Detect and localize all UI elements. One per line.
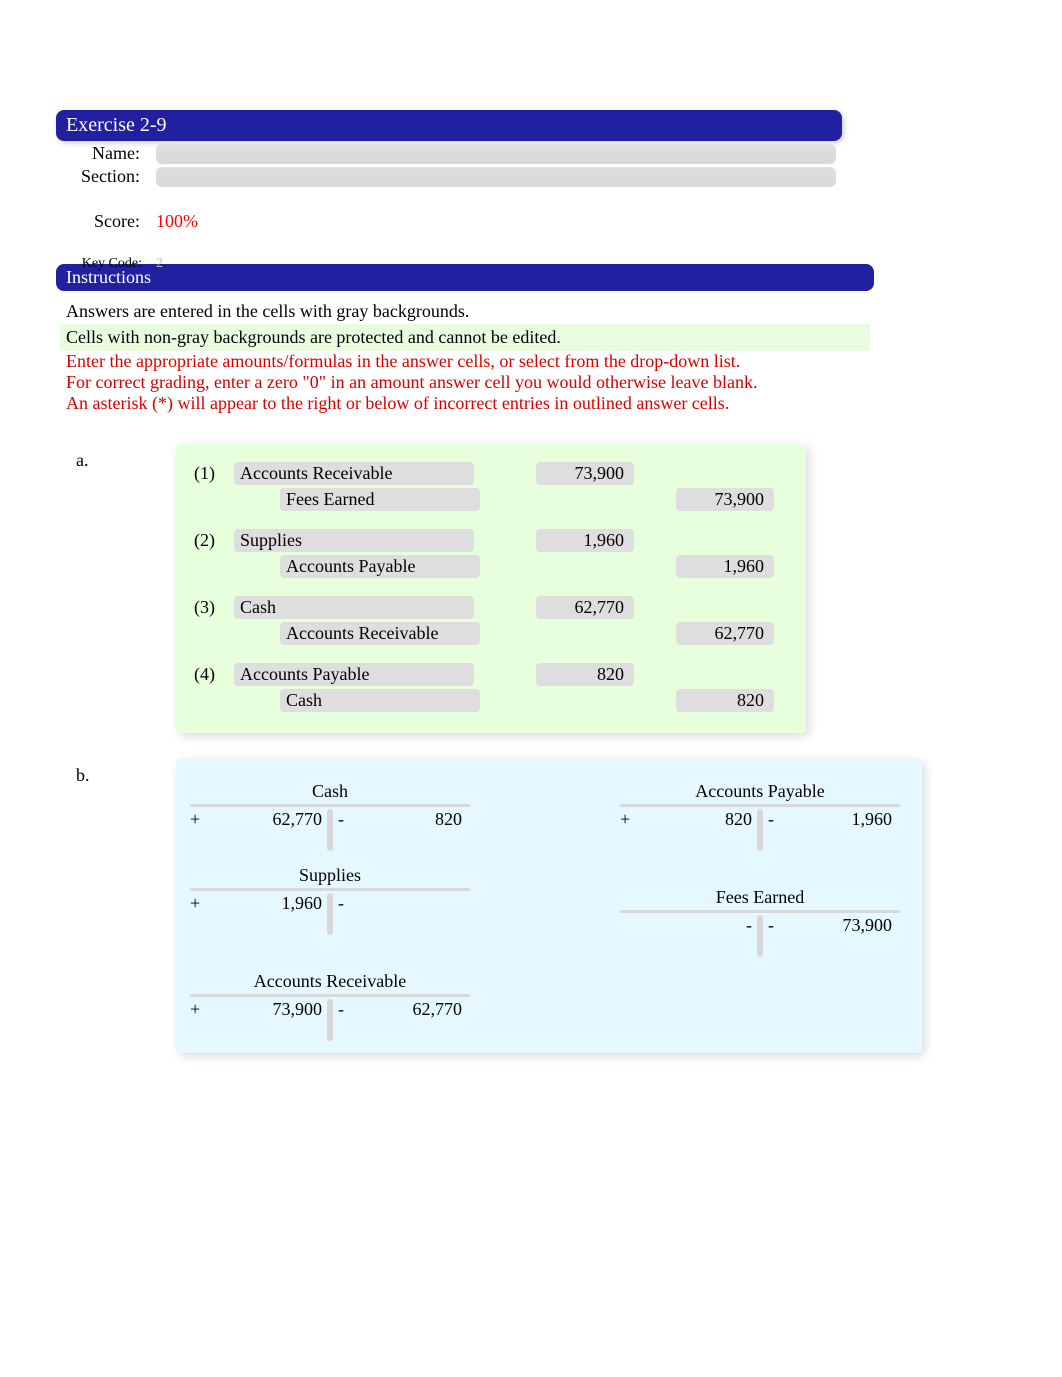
debit-amount-cell[interactable]: 820 [536, 663, 634, 686]
instruction-line: Answers are entered in the cells with gr… [60, 299, 870, 324]
taccount-credit-value[interactable]: 73,900 [776, 915, 900, 936]
entry-number: (3) [186, 597, 234, 618]
plus-sign: + [190, 809, 206, 830]
journal-entry: (1) Accounts Receivable 73,900 Fees Earn… [186, 462, 796, 511]
plus-sign: + [620, 809, 636, 830]
part-a-label: a. [76, 450, 89, 471]
section-label: Section: [60, 166, 156, 187]
taccount-bar [620, 804, 900, 807]
debit-amount-cell[interactable]: 1,960 [536, 529, 634, 552]
taccount-title: Cash [190, 781, 470, 802]
instruction-line: An asterisk (*) will appear to the right… [60, 393, 870, 414]
credit-amount-cell[interactable]: 1,960 [676, 555, 774, 578]
exercise-title: Exercise 2-9 [66, 114, 167, 136]
taccount-bar [620, 910, 900, 913]
taccount-title: Accounts Receivable [190, 971, 470, 992]
taccount-fees-earned: Fees Earned - - 73,900 [620, 887, 900, 941]
credit-amount-cell[interactable]: 820 [676, 689, 774, 712]
instruction-line: For correct grading, enter a zero "0" in… [60, 372, 870, 393]
taccount-bar [190, 994, 470, 997]
section-input[interactable] [156, 167, 836, 187]
taccount-divider [757, 915, 763, 957]
taccount-row: Supplies + 1,960 - Fees Earned [190, 865, 908, 941]
taccount-title: Accounts Payable [620, 781, 900, 802]
taccount-credit-value[interactable]: 62,770 [346, 999, 470, 1020]
taccount-accounts-receivable: Accounts Receivable + 73,900 - 62,770 [190, 971, 470, 1025]
taccount-row: Cash + 62,770 - 820 Accounts Payable [190, 781, 908, 835]
keycode-value: 2 [156, 256, 163, 272]
entry-number: (4) [186, 664, 234, 685]
part-b: b. Cash + 62,770 - 820 [76, 759, 1062, 1053]
taccount-divider [327, 893, 333, 935]
taccount-debit-value[interactable]: 73,900 [206, 999, 330, 1020]
taccount-debit-value[interactable]: 820 [636, 809, 760, 830]
name-input[interactable] [156, 144, 836, 164]
instructions-title-bar: Instructions [56, 264, 874, 291]
taccount-credit-value[interactable]: 820 [346, 809, 470, 830]
credit-account-cell[interactable]: Fees Earned [280, 488, 480, 511]
credit-amount-cell[interactable]: 62,770 [676, 622, 774, 645]
credit-account-cell[interactable]: Accounts Payable [280, 555, 480, 578]
taccount-divider [327, 809, 333, 851]
journal-entry: (3) Cash 62,770 Accounts Receivable 62,7… [186, 596, 796, 645]
credit-amount-cell[interactable]: 73,900 [676, 488, 774, 511]
instructions-title: Instructions [66, 267, 151, 287]
score-row: Score: 100% [60, 211, 1062, 232]
journal-section: (1) Accounts Receivable 73,900 Fees Earn… [176, 444, 806, 733]
taccount-row: Accounts Receivable + 73,900 - 62,770 [190, 971, 908, 1025]
taccount-debit-value[interactable]: - [636, 915, 760, 936]
plus-sign: + [190, 893, 206, 914]
taccount-title: Supplies [190, 865, 470, 886]
taccount-debit-value[interactable]: 62,770 [206, 809, 330, 830]
entry-number: (2) [186, 530, 234, 551]
plus-sign: + [190, 999, 206, 1020]
exercise-title-bar: Exercise 2-9 [56, 110, 842, 141]
taccount-supplies: Supplies + 1,960 - [190, 865, 470, 941]
taccount-accounts-payable: Accounts Payable + 820 - 1,960 [620, 781, 900, 835]
instruction-line: Enter the appropriate amounts/formulas i… [60, 351, 870, 372]
part-a: a. (1) Accounts Receivable 73,900 Fees E… [76, 444, 1062, 733]
name-row: Name: [60, 143, 1062, 164]
part-b-label: b. [76, 765, 90, 786]
debit-amount-cell[interactable]: 62,770 [536, 596, 634, 619]
name-label: Name: [60, 143, 156, 164]
debit-account-cell[interactable]: Supplies [234, 529, 474, 552]
section-row: Section: [60, 166, 1062, 187]
taccount-section: Cash + 62,770 - 820 Accounts Payable [176, 759, 922, 1053]
taccount-bar [190, 888, 470, 891]
score-label: Score: [60, 211, 156, 232]
instruction-line: Cells with non-gray backgrounds are prot… [60, 324, 870, 351]
debit-account-cell[interactable]: Cash [234, 596, 474, 619]
taccount-bar [190, 804, 470, 807]
taccount-debit-value[interactable]: 1,960 [206, 893, 330, 914]
taccount-title: Fees Earned [620, 887, 900, 908]
taccount-cash: Cash + 62,770 - 820 [190, 781, 470, 835]
credit-account-cell[interactable]: Cash [280, 689, 480, 712]
instructions-block: Answers are entered in the cells with gr… [60, 299, 870, 414]
score-value: 100% [156, 211, 198, 232]
taccount-divider [757, 809, 763, 851]
journal-entry: (2) Supplies 1,960 Accounts Payable 1,96… [186, 529, 796, 578]
debit-amount-cell[interactable]: 73,900 [536, 462, 634, 485]
entry-number: (1) [186, 463, 234, 484]
debit-account-cell[interactable]: Accounts Payable [234, 663, 474, 686]
credit-account-cell[interactable]: Accounts Receivable [280, 622, 480, 645]
taccount-credit-value[interactable]: 1,960 [776, 809, 900, 830]
taccount-divider [327, 999, 333, 1041]
journal-entry: (4) Accounts Payable 820 Cash 820 [186, 663, 796, 712]
debit-account-cell[interactable]: Accounts Receivable [234, 462, 474, 485]
